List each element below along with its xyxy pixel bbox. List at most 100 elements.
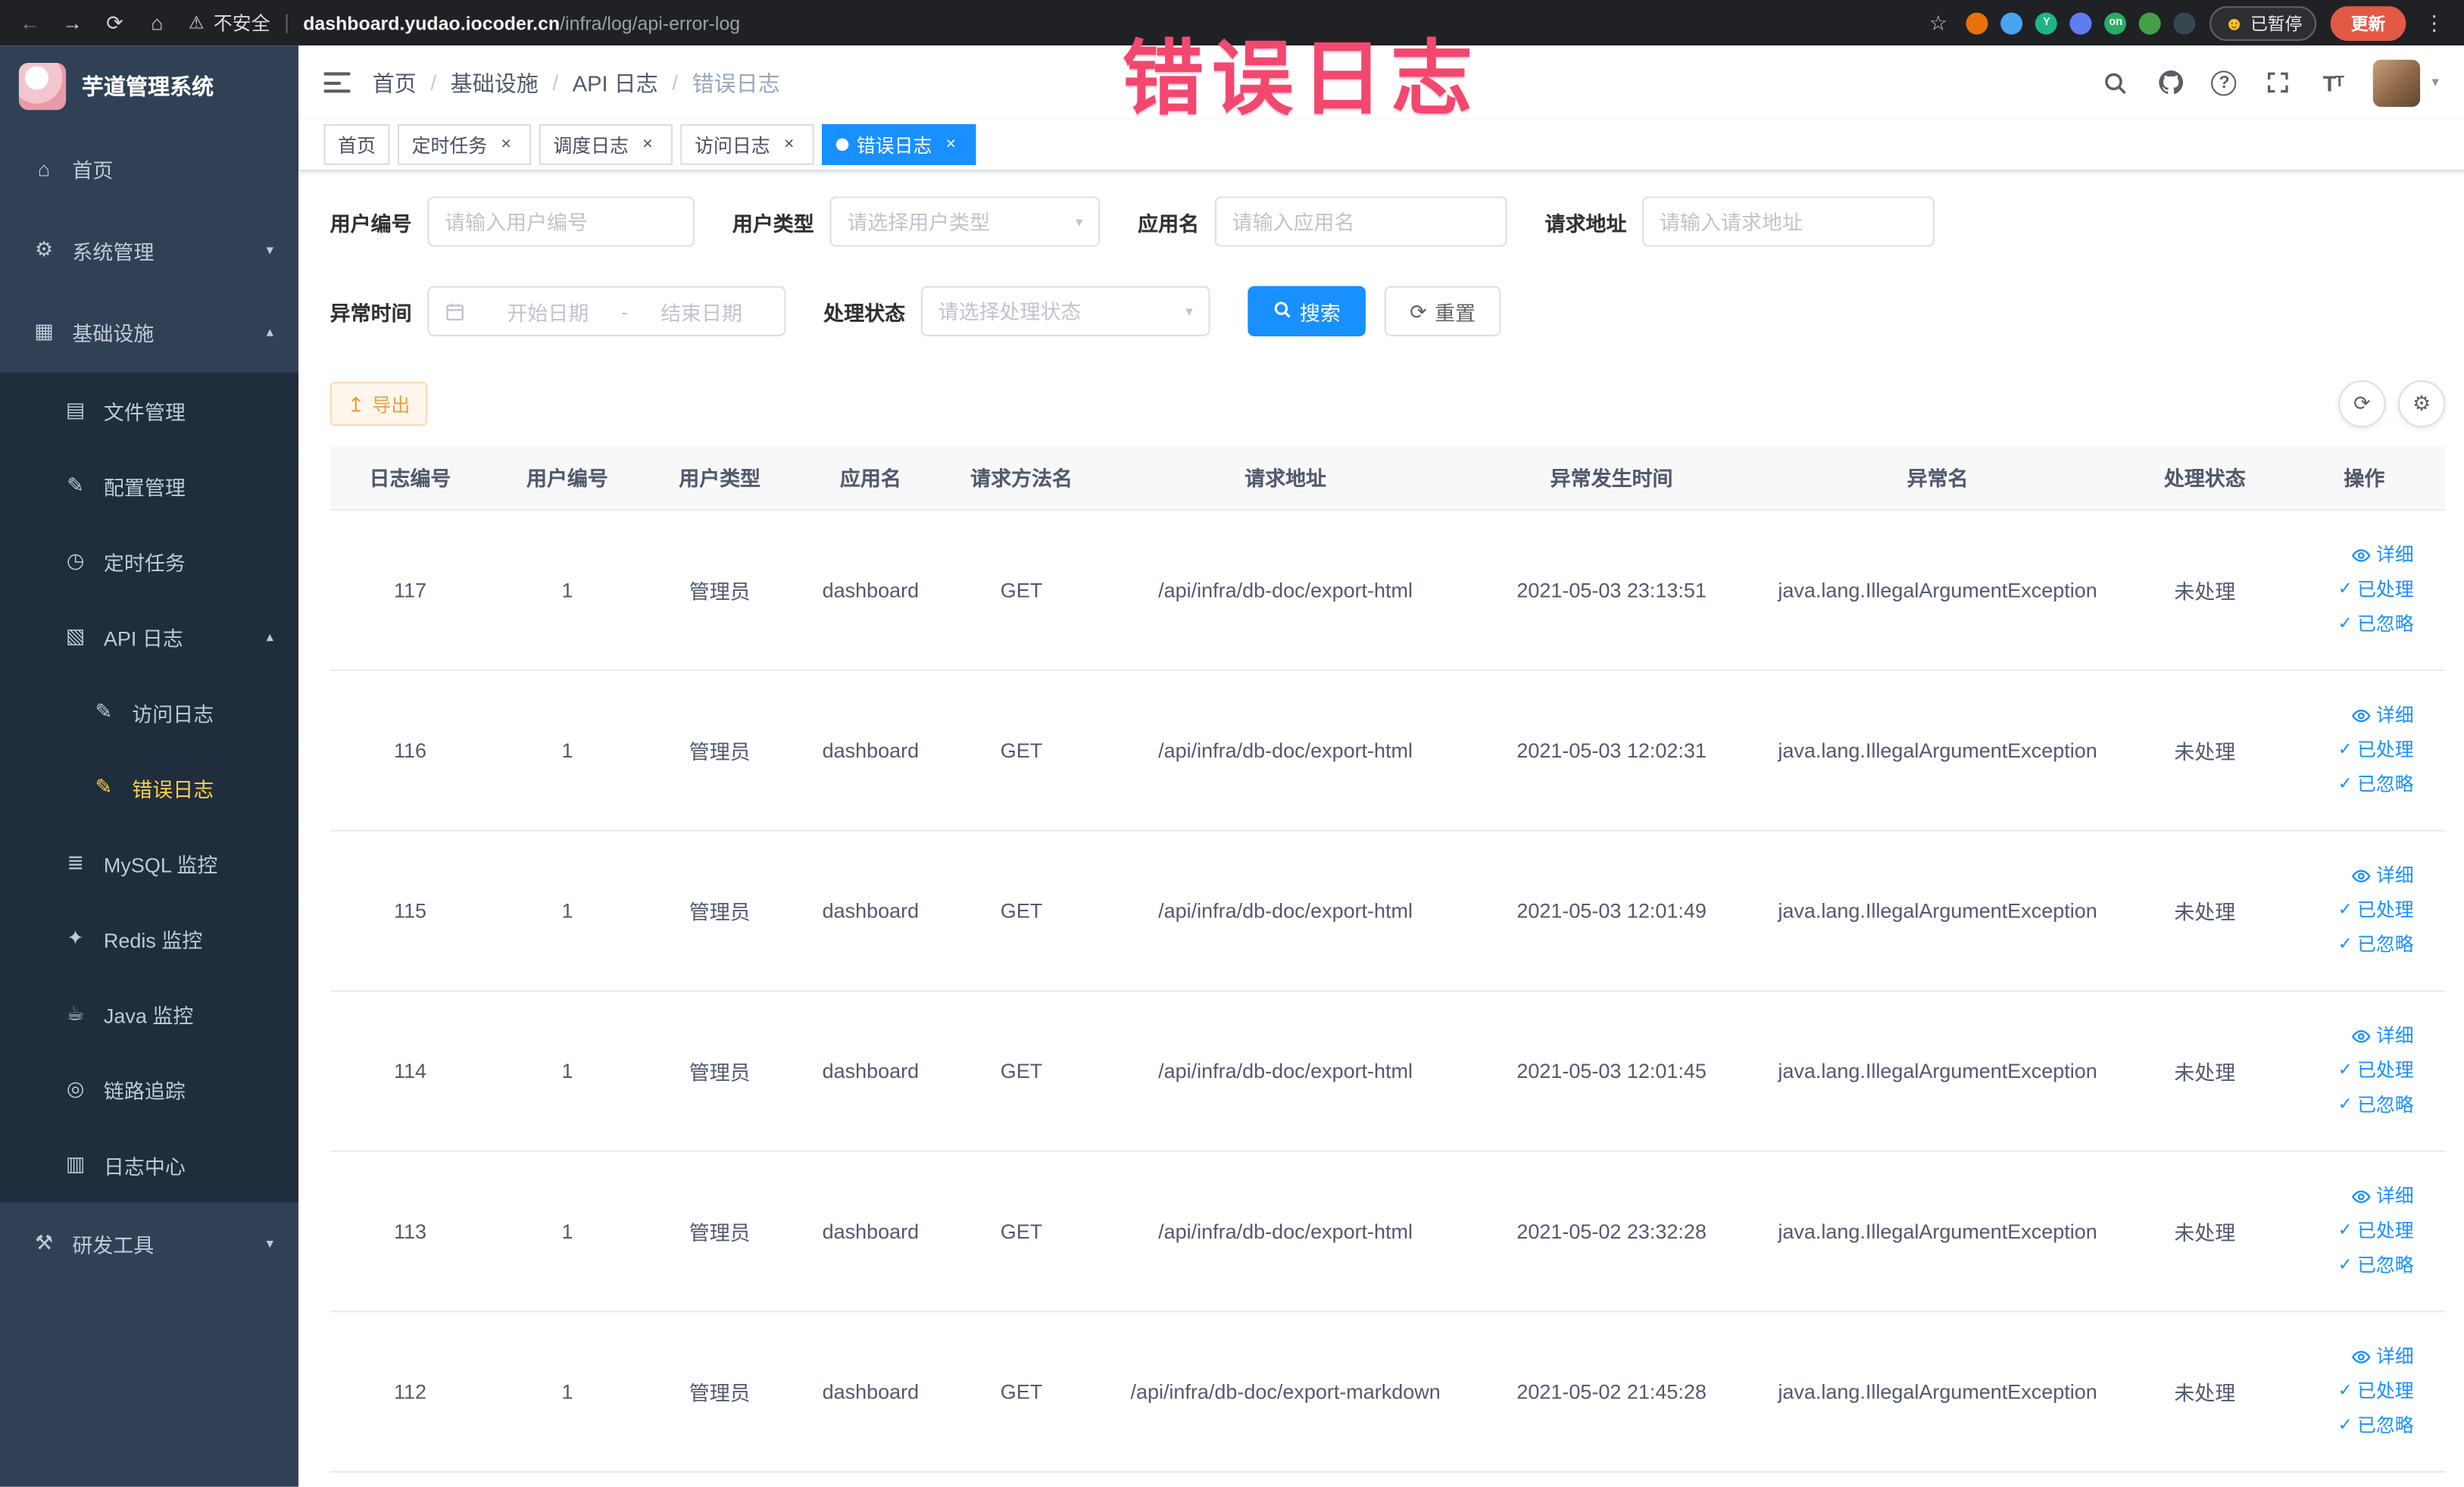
row-actions: 详细 ✓ 已处理 ✓ 已忽略 xyxy=(2284,1311,2446,1470)
exception-time-range-picker[interactable]: 开始日期 - 结束日期 xyxy=(427,286,786,336)
ignored-link[interactable]: ✓ 已忽略 xyxy=(2338,929,2414,960)
ignored-link[interactable]: ✓ 已忽略 xyxy=(2338,608,2414,639)
col-app-name: 应用名 xyxy=(795,446,946,511)
browser-reload-icon[interactable]: ⟳ xyxy=(101,13,129,33)
extension-3-icon[interactable]: Y xyxy=(2035,11,2058,34)
update-button[interactable]: 更新 xyxy=(2330,5,2406,40)
help-icon[interactable]: ? xyxy=(2212,70,2238,95)
sidebar-item-log-center[interactable]: ▥ 日志中心 xyxy=(0,1126,299,1203)
close-icon[interactable]: × xyxy=(495,133,517,155)
detail-link[interactable]: 详细 xyxy=(2351,1180,2414,1211)
close-icon[interactable]: × xyxy=(636,133,658,155)
close-icon[interactable]: × xyxy=(940,133,962,155)
processed-link[interactable]: ✓ 已处理 xyxy=(2338,1054,2414,1086)
extension-2-icon[interactable] xyxy=(2000,11,2023,34)
user-type-select-input[interactable] xyxy=(847,209,1066,234)
bookmark-star-icon[interactable]: ☆ xyxy=(1924,13,1952,33)
sidebar-item-home[interactable]: ⌂ 首页 xyxy=(0,127,298,209)
sidebar-item-api-log[interactable]: ▧ API 日志 ▴ xyxy=(0,598,299,675)
app-logo[interactable]: 芋道管理系统 xyxy=(0,45,298,127)
user-type-select[interactable]: ▾ xyxy=(829,196,1101,247)
paused-badge[interactable]: ☻ 已暂停 xyxy=(2209,5,2317,40)
ignored-link-label: 已忽略 xyxy=(2357,1093,2414,1117)
processed-link[interactable]: ✓ 已处理 xyxy=(2338,1215,2414,1246)
export-button[interactable]: ↥ 导出 xyxy=(329,382,428,426)
detail-link-label: 详细 xyxy=(2375,704,2414,726)
sidebar-item-java[interactable]: ☕ Java 监控 xyxy=(0,976,299,1051)
browser-home-icon[interactable]: ⌂ xyxy=(143,13,171,33)
ignored-link[interactable]: ✓ 已忽略 xyxy=(2338,1249,2414,1280)
sidebar-item-file[interactable]: ▤ 文件管理 xyxy=(0,372,299,448)
browser-forward-icon[interactable]: → xyxy=(58,13,86,33)
breadcrumb-item-home[interactable]: 首页 xyxy=(373,67,417,98)
detail-link[interactable]: 详细 xyxy=(2351,539,2414,570)
browser-menu-icon[interactable]: ⋮ xyxy=(2420,13,2448,33)
tab-访问日志[interactable]: 访问日志 × xyxy=(680,123,814,165)
cell-method: GET xyxy=(945,1310,1098,1472)
extension-6-icon[interactable] xyxy=(2139,11,2162,34)
tab-label: 访问日志 xyxy=(695,134,770,157)
request-url-label: 请求地址 xyxy=(1544,211,1627,236)
detail-link[interactable]: 详细 xyxy=(2351,860,2414,891)
reset-button[interactable]: ⟳ 重置 xyxy=(1384,286,1501,336)
processed-link[interactable]: ✓ 已处理 xyxy=(2338,895,2414,926)
sidebar-item-access-log[interactable]: ✎ 访问日志 xyxy=(0,674,299,750)
security-warning-icon: ⚠ xyxy=(188,14,205,33)
sidebar-item-infra[interactable]: ▦ 基础设施 ▴ xyxy=(0,291,298,373)
processed-link-label: 已处理 xyxy=(2357,1219,2414,1242)
request-url-input[interactable] xyxy=(1660,209,1918,234)
sidebar-item-error-log[interactable]: ✎ 错误日志 xyxy=(0,749,299,826)
detail-link[interactable]: 详细 xyxy=(2351,699,2414,730)
app-name-input[interactable] xyxy=(1232,209,1490,234)
row-actions: 详细 ✓ 已处理 ✓ 已忽略 xyxy=(2284,830,2446,989)
tab-首页[interactable]: 首页 xyxy=(323,123,390,165)
processed-link[interactable]: ✓ 已处理 xyxy=(2338,573,2414,604)
sidebar-item-system[interactable]: ⚙ 系统管理 ▾ xyxy=(0,209,298,291)
tab-定时任务[interactable]: 定时任务 × xyxy=(397,123,532,165)
refresh-table-icon[interactable]: ⟳ xyxy=(2338,380,2386,428)
ignored-link[interactable]: ✓ 已忽略 xyxy=(2338,1410,2414,1441)
cell-actions: 详细 ✓ 已处理 ✓ 已忽略 xyxy=(2283,1310,2446,1472)
extension-7-icon[interactable] xyxy=(2174,11,2197,34)
search-button-group: 搜索 xyxy=(1248,286,1366,336)
browser-back-icon[interactable]: ← xyxy=(16,13,44,33)
breadcrumb-item-infra[interactable]: 基础设施 xyxy=(451,67,539,98)
processed-link[interactable]: ✓ 已处理 xyxy=(2338,734,2414,765)
font-size-icon[interactable]: TT xyxy=(2319,68,2347,96)
cell-actions: 详细 ✓ 已处理 ✓ 已忽略 xyxy=(2283,669,2446,831)
col-request-url: 请求地址 xyxy=(1097,446,1475,511)
sidebar-item-job[interactable]: ◷ 定时任务 xyxy=(0,523,299,599)
column-settings-icon[interactable]: ⚙ xyxy=(2397,380,2446,428)
fullscreen-icon[interactable] xyxy=(2264,68,2292,96)
github-icon[interactable] xyxy=(2156,68,2184,96)
sidebar-toggle-icon[interactable] xyxy=(323,72,351,93)
sidebar-item-devtools[interactable]: ⚒ 研发工具 ▾ xyxy=(0,1202,298,1284)
address-bar[interactable]: ⚠ 不安全 dashboard.yudao.iocoder.cn/infra/l… xyxy=(186,9,1910,36)
sidebar-item-trace[interactable]: ◎ 链路追踪 xyxy=(0,1051,299,1127)
processed-link[interactable]: ✓ 已处理 xyxy=(2338,1375,2414,1406)
table-row: 112 1 管理员 dashboard GET /api/infra/db-do… xyxy=(329,1310,2446,1472)
extension-5-icon[interactable]: on xyxy=(2104,11,2127,34)
tab-调度日志[interactable]: 调度日志 × xyxy=(539,123,673,165)
col-actions: 操作 xyxy=(2283,446,2446,511)
detail-link[interactable]: 详细 xyxy=(2351,1020,2414,1051)
ignored-link[interactable]: ✓ 已忽略 xyxy=(2338,1089,2414,1120)
detail-link[interactable]: 详细 xyxy=(2351,1341,2414,1372)
breadcrumb-item-api-log[interactable]: API 日志 xyxy=(573,67,658,98)
sidebar-item-mysql[interactable]: ≣ MySQL 监控 xyxy=(0,825,299,901)
avatar-caret-icon[interactable]: ▾ xyxy=(2432,74,2439,92)
sidebar-item-config[interactable]: ✎ 配置管理 xyxy=(0,448,299,523)
extension-4-icon[interactable] xyxy=(2070,11,2093,34)
tab-错误日志[interactable]: 错误日志 × xyxy=(822,123,976,165)
close-icon[interactable]: × xyxy=(778,133,800,155)
process-status-select[interactable]: ▾ xyxy=(920,286,1210,336)
sidebar-item-redis[interactable]: ✦ Redis 监控 xyxy=(0,900,299,976)
user-id-input[interactable] xyxy=(445,209,678,234)
search-button[interactable]: 搜索 xyxy=(1248,286,1366,336)
search-icon[interactable] xyxy=(2102,68,2130,96)
user-avatar[interactable] xyxy=(2373,58,2422,107)
ignored-link[interactable]: ✓ 已忽略 xyxy=(2338,769,2414,800)
process-status-select-input[interactable] xyxy=(938,299,1176,323)
sidebar-item-label: 首页 xyxy=(72,158,114,182)
extension-1-icon[interactable] xyxy=(1966,11,1989,34)
